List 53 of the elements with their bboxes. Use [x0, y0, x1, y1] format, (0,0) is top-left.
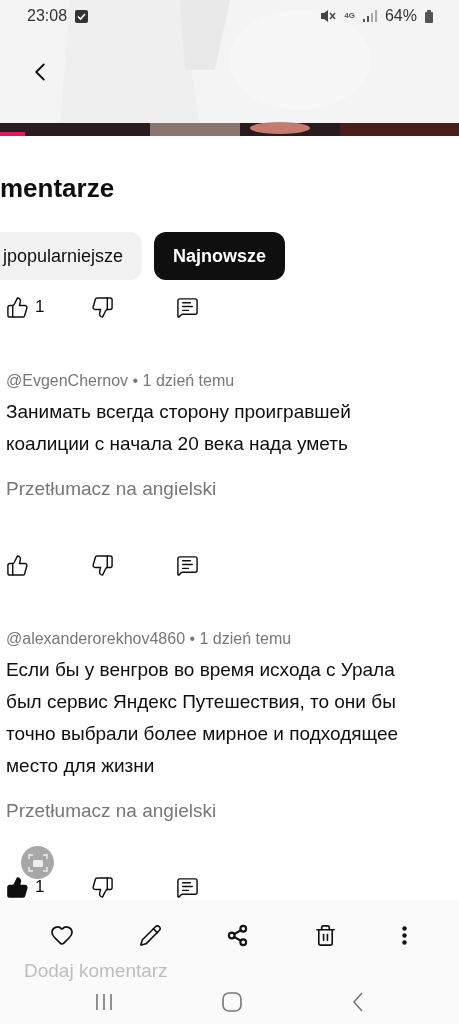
- screenshot-icon: [27, 852, 48, 873]
- share-button[interactable]: [226, 923, 250, 947]
- comment-text: Занимать всегда сторону проигравшей коалиции с начала 20 века нада уметь: [6, 400, 352, 456]
- comment-icon: [176, 875, 199, 899]
- reply-button[interactable]: [176, 295, 199, 319]
- sort-chip[interactable]: jpopularniejsze: [0, 232, 143, 280]
- pencil-icon: [138, 923, 162, 947]
- trash-icon: [314, 923, 338, 947]
- dislike-button[interactable]: [91, 295, 114, 319]
- delete-button[interactable]: [314, 923, 338, 947]
- like-count: 1: [35, 297, 45, 317]
- back-nav-icon: [352, 992, 365, 1012]
- battery-icon: [425, 9, 433, 23]
- status-time: 23:08: [27, 7, 68, 25]
- comment-text: Если бы у венгров во время исхода с Урала был сервис Яндекс Путешествия, то они бы точно выбрали более мирное и подходящее место для жизни: [6, 658, 400, 778]
- sheet-title: mentarze: [0, 173, 116, 204]
- signal-icon: [362, 10, 377, 22]
- share-icon: [226, 923, 250, 947]
- recent-apps-icon: [94, 993, 113, 1011]
- comment-icon: [176, 553, 199, 577]
- translate-link[interactable]: Przetłumacz na angielski: [6, 478, 217, 500]
- comment-icon: [176, 295, 199, 319]
- dislike-button[interactable]: [91, 875, 114, 899]
- thumbs-up-icon: [6, 295, 29, 319]
- heart-icon: [50, 923, 75, 947]
- battery-level: 64%: [384, 7, 417, 25]
- comment-author: @alexanderorekhov4860 • 1 dzień temu: [6, 630, 293, 648]
- like-button[interactable]: 1: [6, 875, 45, 899]
- favorite-button[interactable]: [50, 923, 75, 947]
- like-count: 1: [35, 877, 45, 897]
- home-button[interactable]: [222, 992, 243, 1012]
- comment-input[interactable]: Dodaj komentarz: [24, 960, 274, 982]
- thumbs-down-icon: [91, 295, 114, 319]
- home-icon: [222, 992, 243, 1012]
- recent-apps-button[interactable]: [94, 993, 113, 1011]
- more-icon: [401, 925, 407, 945]
- like-button[interactable]: 1: [6, 295, 45, 319]
- more-button[interactable]: [401, 925, 407, 945]
- dislike-button[interactable]: [91, 553, 114, 577]
- comment-author: @EvgenChernov • 1 dzień temu: [6, 372, 236, 390]
- mute-icon: [320, 9, 337, 23]
- thumbs-down-icon: [91, 553, 114, 577]
- like-button[interactable]: [6, 553, 29, 577]
- reply-button[interactable]: [176, 553, 199, 577]
- thumbs-up-icon: [6, 553, 29, 577]
- edit-button[interactable]: [138, 923, 162, 947]
- thumbs-down-icon: [91, 875, 114, 899]
- reply-button[interactable]: [176, 875, 199, 899]
- network-type: 4G: [344, 12, 355, 20]
- translate-link[interactable]: Przetłumacz na angielski: [6, 800, 217, 822]
- thumbs-up-icon: [6, 875, 29, 899]
- back-nav-button[interactable]: [352, 992, 365, 1012]
- sort-chip[interactable]: Najnowsze: [154, 232, 286, 280]
